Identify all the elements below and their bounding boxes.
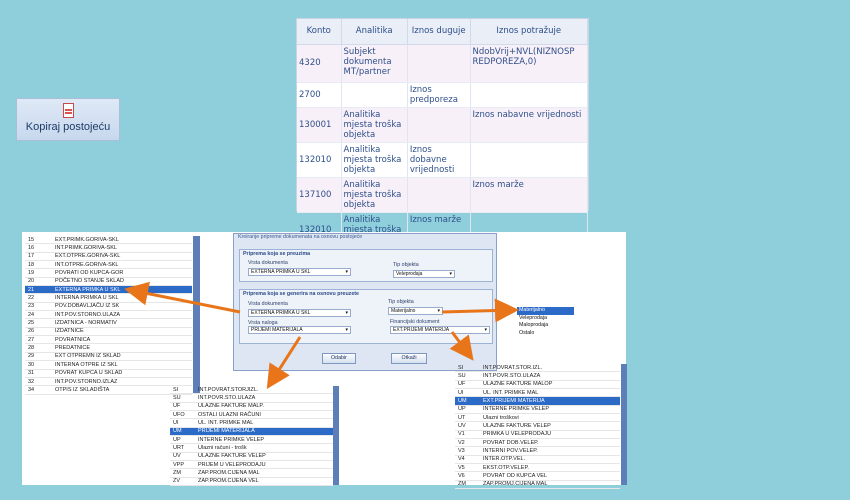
annotation-arrows bbox=[124, 281, 519, 390]
arrow-to-right-list bbox=[449, 331, 474, 361]
arrow-to-mid-list bbox=[266, 336, 302, 390]
arrow-to-left-list bbox=[124, 281, 241, 314]
arrow-to-popup bbox=[441, 298, 519, 323]
